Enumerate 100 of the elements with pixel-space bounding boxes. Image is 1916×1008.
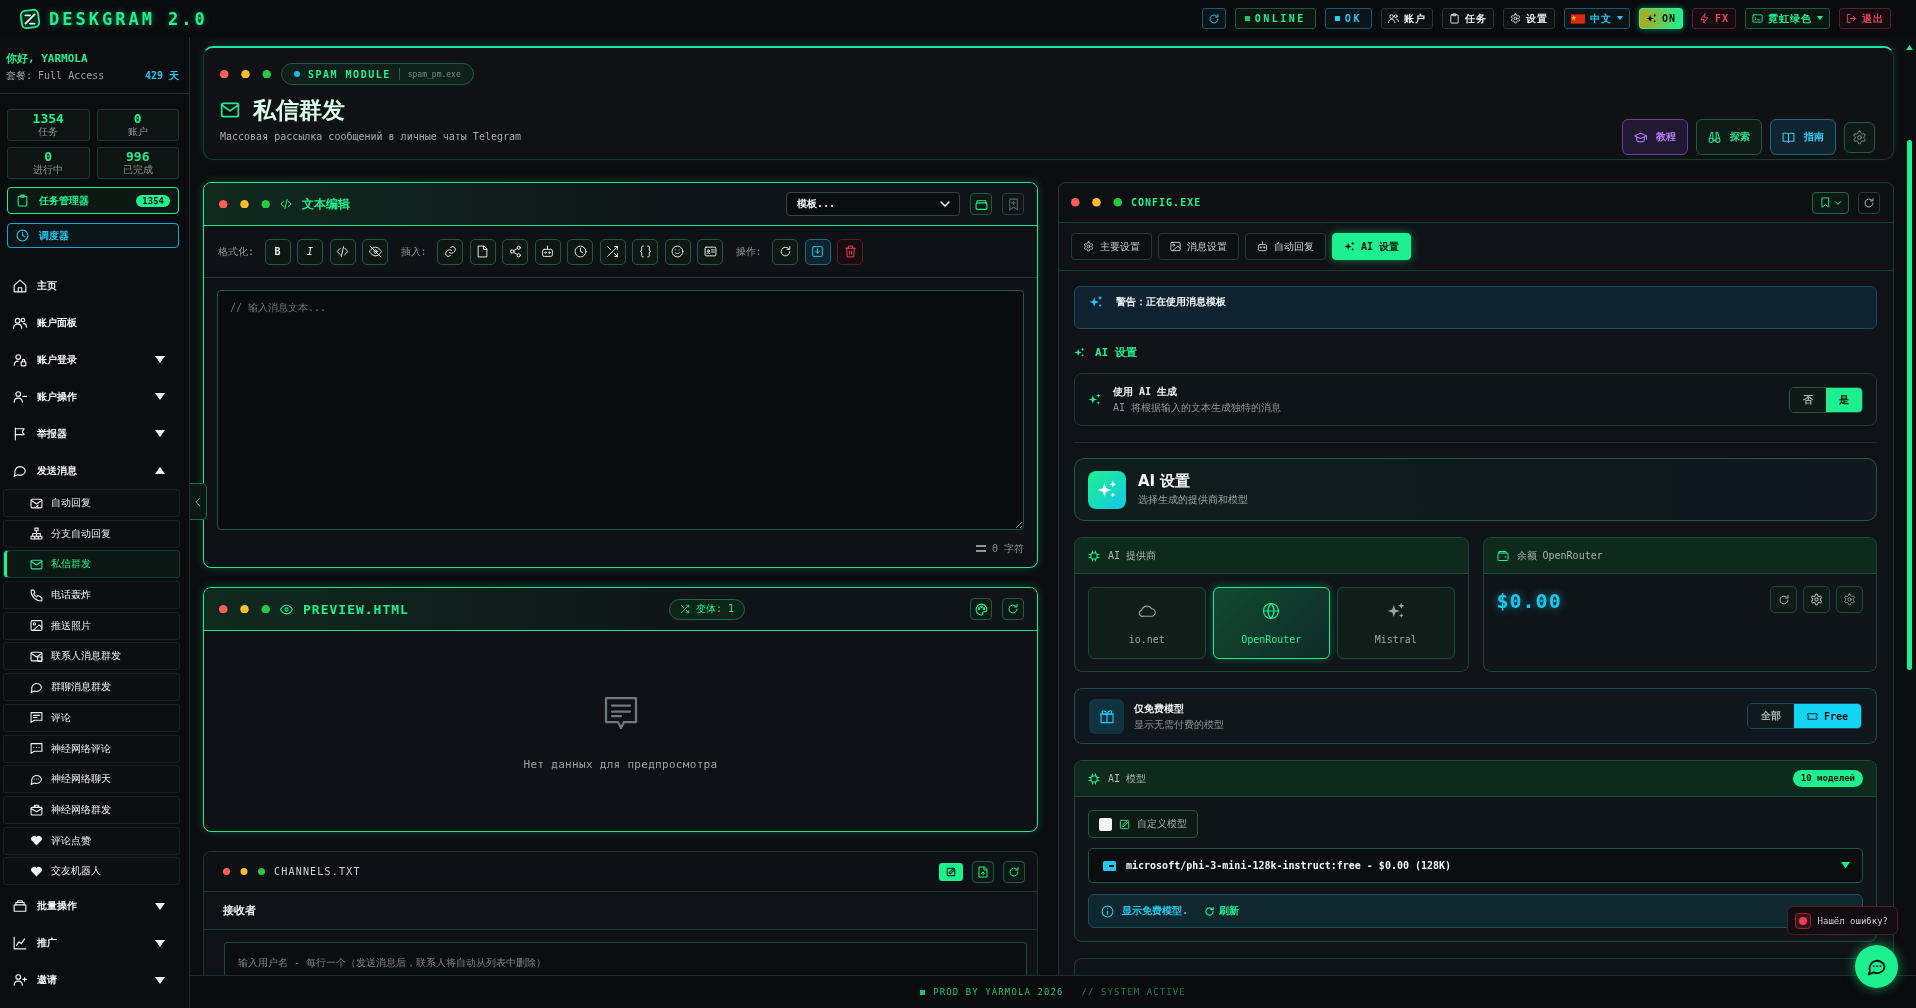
provider-option[interactable]: OpenRouter bbox=[1212, 587, 1330, 659]
settings-button[interactable] bbox=[1803, 586, 1830, 613]
toolbar-button[interactable] bbox=[469, 238, 496, 265]
toolbar-button[interactable]: FX bbox=[1691, 8, 1736, 29]
dropdown-button[interactable]: 中文 bbox=[1563, 8, 1630, 29]
nav-item[interactable]: 邀请 bbox=[0, 961, 189, 999]
import-button[interactable] bbox=[972, 860, 994, 883]
toolbar-button[interactable] bbox=[804, 238, 831, 265]
page-title: 私信群发 bbox=[253, 96, 345, 124]
presets-button[interactable] bbox=[1812, 191, 1849, 214]
tab[interactable]: 主要设置 bbox=[1071, 233, 1152, 260]
setting-title: 仅免费模型 bbox=[1134, 701, 1185, 715]
toolbar-button[interactable] bbox=[599, 238, 626, 265]
nav-item[interactable]: 账户登录 bbox=[0, 341, 189, 378]
robot-icon bbox=[541, 245, 555, 258]
nav-item[interactable]: 账户操作 bbox=[0, 378, 189, 415]
toolbar-button[interactable] bbox=[502, 238, 529, 265]
checkbox[interactable] bbox=[1099, 817, 1112, 831]
open-folder-button[interactable] bbox=[970, 193, 992, 215]
image-icon bbox=[30, 619, 43, 633]
nav-subitem[interactable]: 分支自动回复 bbox=[3, 519, 180, 548]
nav-item[interactable]: 举报器 bbox=[0, 415, 189, 452]
refresh-button[interactable] bbox=[1002, 598, 1024, 620]
format-button[interactable]: B bbox=[264, 238, 291, 265]
nav-item[interactable]: 发送消息 bbox=[0, 452, 189, 489]
recipients-input[interactable]: 输入用户名 - 每行一个（发送消息后，联系人将自动从列表中删除） bbox=[224, 942, 1027, 975]
toolbar-button[interactable] bbox=[772, 238, 799, 265]
nav-subitem[interactable]: 自动回复 bbox=[3, 489, 180, 517]
toolbar-button[interactable]: 退出 bbox=[1839, 8, 1891, 29]
action-button[interactable]: 指南 bbox=[1770, 119, 1836, 155]
provider-option[interactable]: Mistral bbox=[1337, 587, 1455, 659]
option-button[interactable]: 是 bbox=[1826, 387, 1862, 412]
dropdown-button[interactable]: 霓虹绿色 bbox=[1745, 8, 1830, 29]
option-button[interactable]: 否 bbox=[1790, 387, 1826, 412]
settings-button[interactable] bbox=[1836, 586, 1863, 613]
custom-model-option[interactable]: 自定义模型 bbox=[1088, 810, 1198, 838]
tab[interactable]: 自动回复 bbox=[1245, 233, 1326, 260]
toolbar-button[interactable]: 设置 bbox=[1502, 8, 1555, 29]
nav-subitem[interactable]: 推送照片 bbox=[3, 611, 180, 640]
nav-subitem[interactable]: 神经网络群发 bbox=[3, 795, 180, 824]
format-button[interactable]: I bbox=[297, 238, 324, 265]
toolbar-button[interactable]: 任务 bbox=[1441, 8, 1494, 29]
nav-item[interactable]: 推广 bbox=[0, 924, 189, 962]
provider-option[interactable]: io.net bbox=[1088, 587, 1206, 659]
nav-subitem[interactable]: 电话轰炸 bbox=[3, 581, 180, 610]
nav-subitem[interactable]: 评论点赞 bbox=[3, 826, 180, 855]
tab[interactable]: 消息设置 bbox=[1158, 233, 1239, 260]
settings-icon bbox=[1852, 129, 1867, 145]
window-controls-icon bbox=[1071, 198, 1122, 207]
action-button[interactable]: 教程 bbox=[1622, 119, 1688, 155]
save-template-button[interactable] bbox=[1002, 193, 1024, 215]
toggle-button[interactable]: ON bbox=[1638, 8, 1683, 29]
tab[interactable]: AI 设置 bbox=[1332, 233, 1412, 260]
toolbar-button[interactable] bbox=[534, 238, 561, 265]
sparkle-icon bbox=[1645, 13, 1657, 24]
toolbar-button[interactable] bbox=[329, 238, 356, 265]
template-select[interactable]: 模板... bbox=[786, 192, 960, 216]
model-select[interactable]: microsoft/phi-3-mini-128k-instruct:free - $0.00 (128K) bbox=[1088, 848, 1863, 883]
toolbar-button[interactable] bbox=[632, 238, 659, 265]
refresh-button[interactable] bbox=[1003, 860, 1025, 883]
nav-subitem[interactable]: 群聊消息群发 bbox=[3, 673, 180, 702]
nav-subitem[interactable]: 神经网络评论 bbox=[3, 734, 180, 763]
nav-subitem[interactable]: 联系人消息群发 bbox=[3, 642, 180, 671]
user-minus-icon bbox=[13, 389, 27, 404]
reset-button[interactable] bbox=[1858, 191, 1880, 214]
card-title: AI 模型 bbox=[1108, 771, 1148, 786]
refresh-button[interactable] bbox=[1201, 8, 1226, 29]
message-input[interactable]: // 输入消息文本... bbox=[217, 290, 1024, 530]
edit-button[interactable] bbox=[939, 862, 963, 881]
nav-item[interactable]: 账户面板 bbox=[0, 304, 189, 341]
action-button[interactable]: 探索 bbox=[1696, 119, 1762, 155]
nav-item[interactable]: 批量操作 bbox=[0, 887, 189, 925]
gift-tile-icon bbox=[1089, 698, 1124, 734]
toolbar-button[interactable] bbox=[437, 238, 464, 265]
report-bug-button[interactable]: Нашёл ошибку? bbox=[1786, 906, 1898, 935]
scroll-up-icon[interactable] bbox=[1906, 45, 1913, 50]
scrollbar-thumb[interactable] bbox=[1907, 140, 1912, 670]
option-button[interactable]: 全部 bbox=[1747, 704, 1794, 728]
refresh-link[interactable]: 刷新 bbox=[1204, 904, 1240, 918]
app-title: DESKGRAM 2.0 bbox=[49, 8, 208, 29]
toolbar-button[interactable] bbox=[697, 238, 724, 265]
toolbar-button[interactable] bbox=[567, 238, 594, 265]
toolbar-button[interactable]: 账户 bbox=[1380, 8, 1433, 29]
collapse-handle[interactable] bbox=[190, 483, 207, 520]
refresh-button[interactable] bbox=[1770, 586, 1797, 613]
refresh-icon bbox=[1863, 196, 1875, 209]
nav-subitem[interactable]: 交友机器人 bbox=[3, 857, 180, 886]
task-manager-button[interactable]: 任务管理器 1354 bbox=[7, 187, 179, 214]
nav-subitem[interactable]: 神经网络聊天 bbox=[3, 765, 180, 794]
toolbar-button[interactable] bbox=[664, 238, 691, 265]
scheduler-button[interactable]: 调度器 bbox=[7, 223, 179, 248]
char-count: 0 字符 bbox=[991, 541, 1024, 556]
settings-button[interactable] bbox=[1844, 121, 1875, 153]
nav-subitem[interactable]: 私信群发 bbox=[3, 550, 180, 579]
toolbar-button[interactable] bbox=[362, 238, 389, 265]
theme-button[interactable] bbox=[970, 598, 992, 620]
nav-item[interactable]: 主页 bbox=[0, 267, 189, 304]
option-button[interactable]: Free bbox=[1793, 704, 1861, 728]
nav-subitem[interactable]: 评论 bbox=[3, 703, 180, 732]
status-label: OK bbox=[1344, 13, 1362, 24]
